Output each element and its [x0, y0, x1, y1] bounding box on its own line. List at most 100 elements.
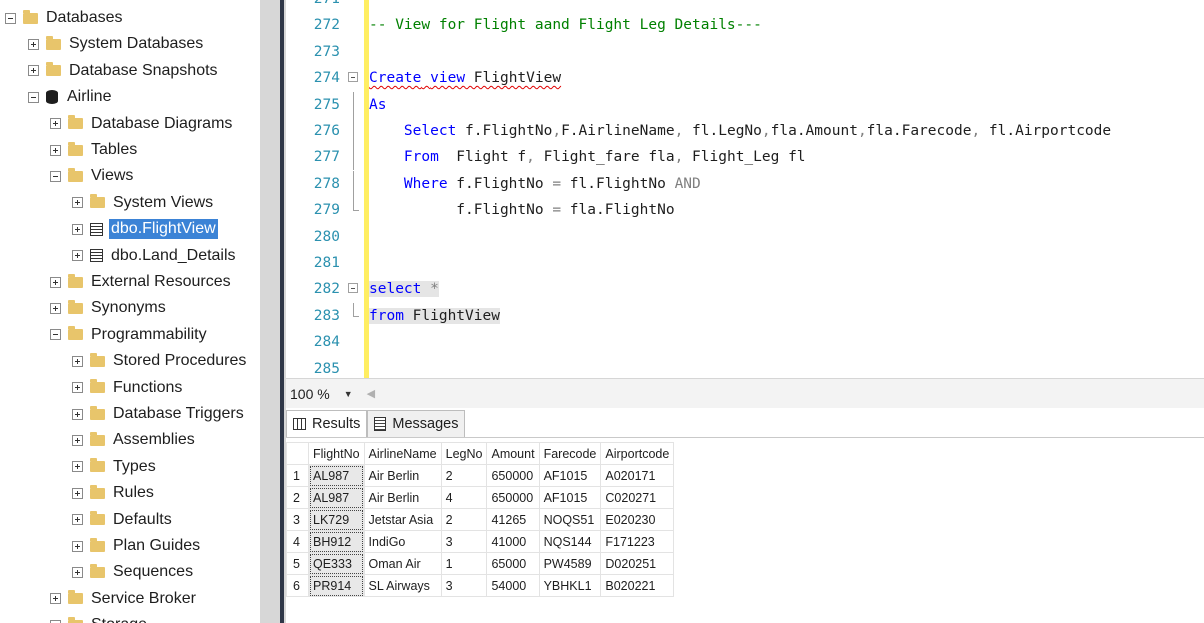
tree-item-tables[interactable]: Tables — [50, 137, 139, 163]
tree-item-database-diagrams[interactable]: Database Diagrams — [50, 111, 234, 137]
expand-icon[interactable] — [72, 250, 83, 262]
collapse-icon[interactable] — [348, 283, 358, 294]
tree-item-dbo-land-details[interactable]: dbo.Land_Details — [72, 243, 238, 269]
grid-cell[interactable]: SL Airways — [363, 574, 442, 597]
code-line[interactable]: 279 f.FlightNo = fla.FlightNo — [286, 197, 675, 223]
collapse-icon[interactable] — [28, 91, 39, 103]
tree-item-airline[interactable]: Airline — [28, 84, 113, 110]
tree-item-service-broker[interactable]: Service Broker — [50, 586, 198, 612]
table-row[interactable]: 1 AL987 Air Berlin 2 650000 AF1015 A020171 — [286, 464, 675, 487]
grid-cell[interactable]: 4 — [440, 486, 488, 509]
expand-icon[interactable] — [72, 408, 83, 420]
expand-icon[interactable] — [28, 38, 39, 50]
grid-cell[interactable]: D020251 — [600, 552, 675, 575]
code-line[interactable]: 274 Create view FlightView — [286, 65, 561, 91]
tree-item-storage[interactable]: Storage — [50, 612, 149, 623]
query-editor[interactable]: 271 272 -- View for Flight aand Flight Leg… — [286, 0, 1204, 378]
grid-cell[interactable]: E020230 — [600, 508, 675, 531]
row-number[interactable]: 6 — [286, 574, 309, 597]
code-line[interactable]: 284 — [286, 329, 369, 355]
expand-icon[interactable] — [72, 223, 83, 235]
tab-results[interactable]: Results — [286, 410, 368, 437]
tree-item-sequences[interactable]: Sequences — [72, 559, 195, 585]
grid-cell[interactable]: NQS144 — [538, 530, 602, 553]
tab-messages[interactable]: Messages — [367, 410, 466, 437]
grid-cell[interactable]: PW4589 — [538, 552, 602, 575]
expand-icon[interactable] — [72, 434, 83, 446]
grid-cell[interactable]: AF1015 — [538, 486, 602, 509]
column-header[interactable]: LegNo — [440, 442, 488, 465]
grid-cell[interactable]: F171223 — [600, 530, 675, 553]
tree-item-external-resources[interactable]: External Resources — [50, 269, 233, 295]
code-line[interactable]: 281 — [286, 250, 369, 276]
column-header[interactable]: Airportcode — [600, 442, 675, 465]
grid-cell[interactable]: QE333 — [308, 552, 365, 575]
code-line[interactable]: 276 Select f.FlightNo,F.AirlineName, fl.… — [286, 118, 1111, 144]
code-line[interactable]: 271 — [286, 0, 369, 12]
collapse-icon[interactable] — [5, 12, 16, 24]
scroll-left-icon[interactable]: ◀ — [367, 387, 375, 400]
grid-cell[interactable]: Jetstar Asia — [363, 508, 442, 531]
pane-splitter[interactable] — [260, 0, 286, 623]
tree-item-types[interactable]: Types — [72, 454, 158, 480]
tree-item-rules[interactable]: Rules — [72, 480, 156, 506]
code-line[interactable]: 277 From Flight f, Flight_fare fla, Flig… — [286, 144, 806, 171]
column-header[interactable]: Amount — [486, 442, 540, 465]
tree-item-database-triggers[interactable]: Database Triggers — [72, 401, 246, 427]
code-line[interactable]: 275 As — [286, 91, 386, 118]
expand-icon[interactable] — [50, 144, 61, 156]
grid-cell[interactable]: YBHKL1 — [538, 574, 602, 597]
expand-icon[interactable] — [72, 566, 83, 578]
expand-icon[interactable] — [72, 514, 83, 526]
tree-item-programmability[interactable]: Programmability — [50, 322, 209, 348]
grid-cell[interactable]: A020171 — [600, 464, 675, 487]
code-line[interactable]: 285 — [286, 356, 369, 378]
zoom-dropdown-icon[interactable]: ▼ — [344, 389, 353, 399]
grid-cell[interactable]: 3 — [440, 574, 488, 597]
grid-cell[interactable]: Air Berlin — [363, 486, 442, 509]
tree-item-database-snapshots[interactable]: Database Snapshots — [28, 58, 220, 84]
grid-cell[interactable]: AF1015 — [538, 464, 602, 487]
grid-cell[interactable]: BH912 — [308, 530, 365, 553]
grid-cell[interactable]: 41000 — [486, 530, 540, 553]
row-number[interactable]: 5 — [286, 552, 309, 575]
tree-item-dbo-flightview[interactable]: dbo.FlightView — [72, 216, 218, 242]
expand-icon[interactable] — [50, 276, 61, 288]
tree-item-synonyms[interactable]: Synonyms — [50, 295, 168, 321]
zoom-level[interactable]: 100 % — [290, 386, 330, 402]
expand-icon[interactable] — [50, 118, 61, 130]
code-line[interactable]: 272 -- View for Flight aand Flight Leg De… — [286, 12, 762, 38]
results-grid[interactable]: FlightNo AirlineName LegNo Amount Farecode Ai… — [286, 442, 675, 597]
code-line[interactable]: 282 select * — [286, 276, 439, 302]
grid-cell[interactable]: 2 — [440, 464, 488, 487]
expand-icon[interactable] — [72, 461, 83, 473]
grid-cell[interactable]: 54000 — [486, 574, 540, 597]
grid-cell[interactable]: AL987 — [308, 464, 365, 487]
grid-cell[interactable]: PR914 — [308, 574, 365, 597]
grid-cell[interactable]: B020221 — [600, 574, 675, 597]
grid-cell[interactable]: 650000 — [486, 464, 540, 487]
grid-cell[interactable]: 3 — [440, 530, 488, 553]
grid-cell[interactable]: AL987 — [308, 486, 365, 509]
grid-cell[interactable]: Oman Air — [363, 552, 442, 575]
table-row[interactable]: 4 BH912 IndiGo 3 41000 NQS144 F171223 — [286, 530, 675, 553]
grid-cell[interactable]: 65000 — [486, 552, 540, 575]
expand-icon[interactable] — [72, 382, 83, 394]
table-row[interactable]: 5 QE333 Oman Air 1 65000 PW4589 D020251 — [286, 552, 675, 575]
grid-cell[interactable]: 41265 — [486, 508, 540, 531]
expand-icon[interactable] — [72, 197, 83, 209]
expand-icon[interactable] — [50, 302, 61, 314]
column-header[interactable]: FlightNo — [308, 442, 365, 465]
tree-item-plan-guides[interactable]: Plan Guides — [72, 533, 202, 559]
row-number[interactable]: 1 — [286, 464, 309, 487]
code-line[interactable]: 280 — [286, 224, 369, 250]
table-row[interactable]: 2 AL987 Air Berlin 4 650000 AF1015 C020271 — [286, 486, 675, 509]
code-line[interactable]: 283 from FlightView — [286, 302, 500, 329]
expand-icon[interactable] — [72, 540, 83, 552]
tree-item-views[interactable]: Views — [50, 163, 135, 189]
column-header[interactable]: Farecode — [538, 442, 602, 465]
table-row[interactable]: 6 PR914 SL Airways 3 54000 YBHKL1 B020221 — [286, 574, 675, 597]
expand-icon[interactable] — [72, 355, 83, 367]
grid-cell[interactable]: IndiGo — [363, 530, 442, 553]
tree-item-databases[interactable]: Databases — [5, 5, 125, 31]
